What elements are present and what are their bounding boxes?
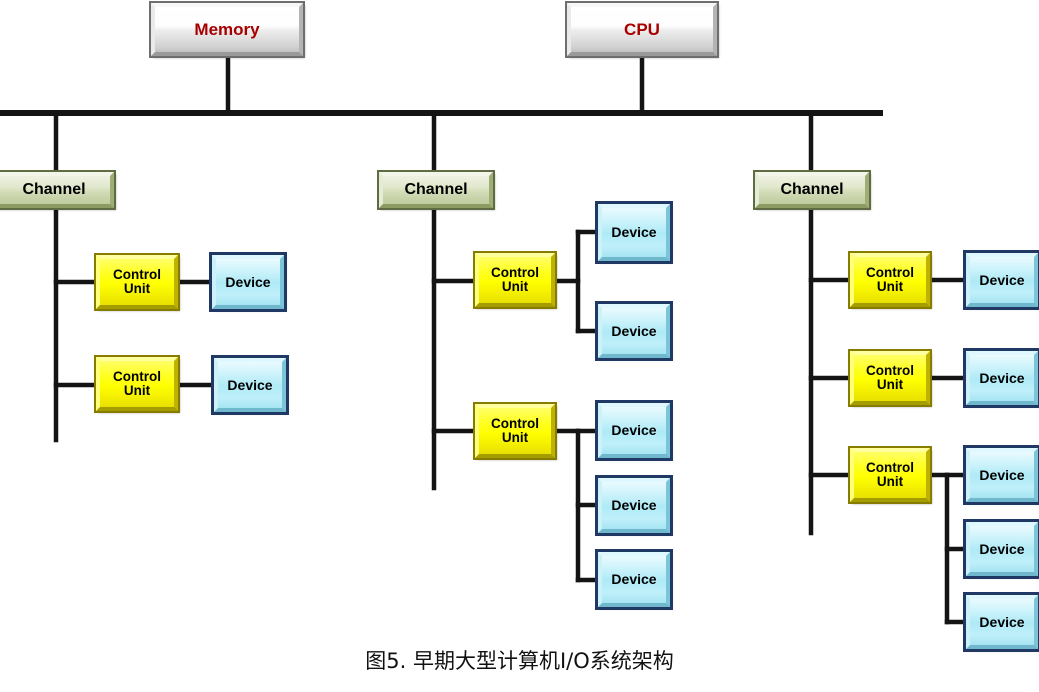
device-label: Device (979, 466, 1025, 483)
device-label: Device (225, 273, 271, 290)
control-unit-box-2: Control Unit (94, 355, 180, 413)
device-box-10: Device (963, 445, 1039, 505)
device-label: Device (979, 271, 1025, 288)
channel-label: Channel (780, 180, 844, 198)
control-unit-box-5: Control Unit (848, 251, 932, 309)
control-unit-label: Control Unit (491, 415, 539, 445)
device-box-2: Device (211, 355, 289, 415)
channel-box-1: Channel (0, 170, 116, 210)
device-label: Device (979, 540, 1025, 557)
device-box-4: Device (595, 301, 673, 361)
device-box-12: Device (963, 592, 1039, 652)
device-box-5: Device (595, 400, 673, 461)
control-unit-label: Control Unit (113, 368, 161, 398)
device-label: Device (979, 613, 1025, 630)
control-unit-label: Control Unit (866, 459, 914, 489)
channel-label: Channel (404, 180, 468, 198)
device-label: Device (227, 376, 273, 393)
device-box-3: Device (595, 201, 673, 264)
connector-layer (0, 53, 969, 625)
device-box-1: Device (209, 252, 287, 312)
memory-box: Memory (149, 1, 305, 58)
device-box-9: Device (963, 348, 1039, 408)
channel-box-2: Channel (377, 170, 495, 210)
device-label: Device (611, 422, 657, 439)
control-unit-label: Control Unit (113, 266, 161, 296)
memory-label: Memory (194, 19, 260, 39)
diagram-canvas: Memory CPU Channel Channel Channel Contr… (0, 0, 1039, 692)
figure-caption: 图5. 早期大型计算机I/O系统架构 (365, 649, 674, 673)
device-box-7: Device (595, 549, 673, 610)
control-unit-box-7: Control Unit (848, 446, 932, 504)
channel-box-3: Channel (753, 170, 871, 210)
device-label: Device (611, 322, 657, 339)
control-unit-box-6: Control Unit (848, 349, 932, 407)
control-unit-label: Control Unit (866, 362, 914, 392)
channel-label: Channel (22, 180, 86, 198)
device-label: Device (611, 224, 657, 241)
control-unit-box-3: Control Unit (473, 251, 557, 309)
cpu-label: CPU (624, 19, 660, 39)
cpu-box: CPU (565, 1, 719, 58)
control-unit-label: Control Unit (491, 264, 539, 294)
control-unit-box-1: Control Unit (94, 253, 180, 311)
device-box-6: Device (595, 475, 673, 536)
device-label: Device (611, 497, 657, 514)
device-label: Device (611, 571, 657, 588)
device-label: Device (979, 369, 1025, 386)
control-unit-box-4: Control Unit (473, 402, 557, 460)
device-box-8: Device (963, 250, 1039, 310)
control-unit-label: Control Unit (866, 264, 914, 294)
device-box-11: Device (963, 519, 1039, 579)
